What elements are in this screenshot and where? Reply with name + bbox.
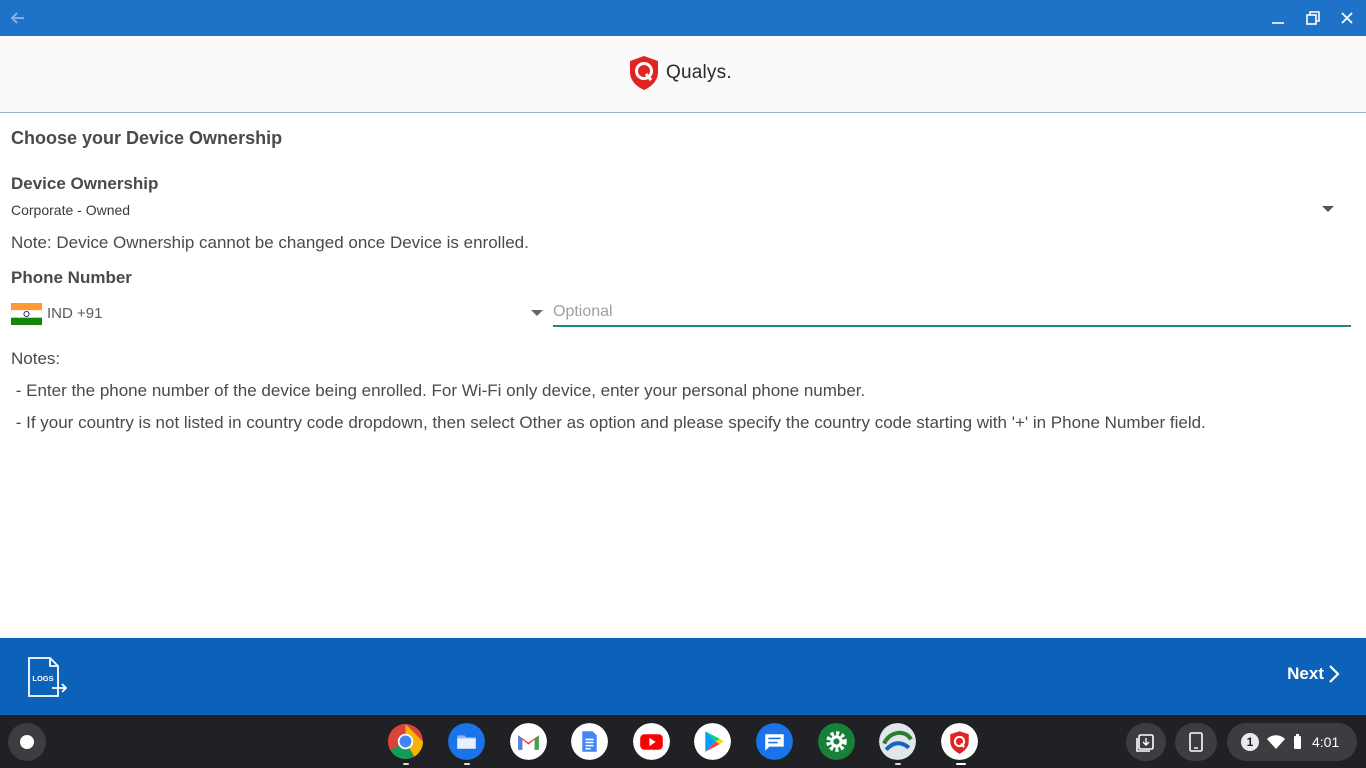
country-code-value: IND +91	[47, 305, 103, 322]
running-indicator	[895, 763, 901, 765]
note-item: - Enter the phone number of the device b…	[11, 381, 866, 400]
screenshot-icon	[1136, 734, 1154, 752]
running-indicator	[403, 763, 409, 765]
phone-hub-button[interactable]	[1175, 723, 1217, 761]
logs-label: LOGS	[32, 674, 53, 683]
ownership-note: Note: Device Ownership cannot be changed…	[11, 233, 529, 252]
minimize-icon[interactable]	[1266, 6, 1290, 30]
qualys-icon[interactable]	[941, 723, 978, 760]
note-item: - If your country is not listed in count…	[11, 413, 1206, 432]
gmail-icon[interactable]	[510, 723, 547, 760]
next-button[interactable]: Next	[1287, 664, 1340, 684]
country-code-dropdown[interactable]: IND +91	[0, 297, 548, 331]
qualys-shield-icon	[630, 56, 658, 90]
logo-text: Qualys.	[666, 62, 732, 83]
youtube-icon[interactable]	[633, 723, 670, 760]
page-title: Choose your Device Ownership	[11, 128, 283, 148]
status-tray[interactable]: 1 4:01	[1227, 723, 1357, 761]
restore-icon[interactable]	[1301, 6, 1325, 30]
main-content: Choose your Device Ownership Device Owne…	[0, 113, 1366, 638]
chevron-right-icon	[1329, 665, 1340, 683]
chevron-down-icon	[531, 310, 543, 316]
active-indicator	[956, 763, 966, 765]
chrome-icon[interactable]	[387, 723, 424, 760]
notes-title: Notes:	[11, 349, 61, 368]
running-indicator	[464, 763, 470, 765]
os-shelf: 1 4:01	[0, 715, 1366, 768]
messages-icon[interactable]	[756, 723, 793, 760]
window-titlebar	[0, 0, 1366, 36]
chevron-down-icon	[1322, 206, 1334, 212]
play-store-icon[interactable]	[694, 723, 731, 760]
phone-icon	[1189, 732, 1203, 752]
ownership-label: Device Ownership	[11, 174, 159, 193]
phone-number-input[interactable]	[553, 299, 1351, 327]
docs-icon[interactable]	[571, 723, 608, 760]
next-label: Next	[1287, 664, 1324, 683]
india-flag-icon	[11, 303, 42, 325]
notification-badge: 1	[1241, 733, 1259, 751]
screen-capture-button[interactable]	[1126, 723, 1166, 761]
back-arrow-icon[interactable]	[8, 8, 28, 28]
close-icon[interactable]	[1335, 6, 1359, 30]
phone-label: Phone Number	[11, 268, 132, 287]
launcher-button[interactable]	[8, 723, 46, 761]
ownership-dropdown[interactable]: Corporate - Owned	[0, 197, 1350, 223]
app-icon[interactable]	[879, 723, 916, 760]
battery-icon	[1294, 734, 1301, 749]
footer-bar: LOGS Next	[0, 638, 1366, 715]
ownership-value: Corporate - Owned	[11, 202, 131, 218]
clock-time: 4:01	[1312, 734, 1340, 750]
logs-export-icon[interactable]: LOGS	[24, 656, 70, 698]
files-icon[interactable]	[448, 723, 485, 760]
app-header: Qualys.	[0, 36, 1366, 113]
wifi-icon	[1267, 735, 1285, 749]
qualys-logo: Qualys.	[628, 55, 732, 91]
settings-icon[interactable]	[818, 723, 855, 760]
